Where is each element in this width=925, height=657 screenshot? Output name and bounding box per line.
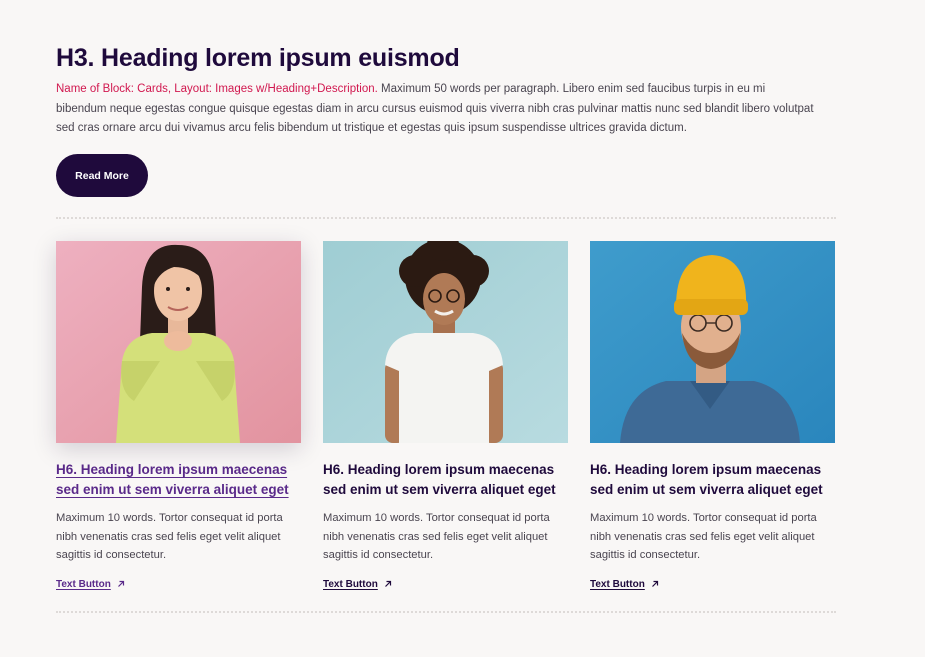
section-heading: H3. Heading lorem ipsum euismod <box>56 44 460 72</box>
text-button[interactable]: Text Button <box>56 579 125 590</box>
card-title[interactable]: H6. Heading lorem ipsum maecenas sed eni… <box>56 460 301 500</box>
card-title-link[interactable]: H6. Heading lorem ipsum maecenas sed eni… <box>590 462 823 497</box>
divider-bottom <box>56 611 836 613</box>
photo-man-yellow-beanie <box>590 241 835 443</box>
page: H3. Heading lorem ipsum euismod Name of … <box>0 0 925 657</box>
cards-section-header: H3. Heading lorem ipsum euismod Name of … <box>56 40 836 197</box>
section-intro: Name of Block: Cards, Layout: Images w/H… <box>56 80 816 139</box>
block-name-label: Name of Block: Cards, Layout: Images w/H… <box>56 83 378 95</box>
read-more-button[interactable]: Read More <box>56 154 148 197</box>
card-3: H6. Heading lorem ipsum maecenas sed eni… <box>590 241 835 592</box>
card-2: H6. Heading lorem ipsum maecenas sed eni… <box>323 241 568 592</box>
card-image-woman-green-sweater[interactable] <box>56 241 301 443</box>
card-title-link[interactable]: H6. Heading lorem ipsum maecenas sed eni… <box>323 462 556 497</box>
text-button-label: Text Button <box>590 578 645 590</box>
card-image-man-yellow-beanie[interactable] <box>590 241 835 443</box>
card-title-link[interactable]: H6. Heading lorem ipsum maecenas sed eni… <box>56 462 289 497</box>
card-title[interactable]: H6. Heading lorem ipsum maecenas sed eni… <box>590 460 835 500</box>
photo-woman-green-sweater <box>56 241 301 443</box>
card-description: Maximum 10 words. Tortor consequat id po… <box>323 512 550 562</box>
card-description: Maximum 10 words. Tortor consequat id po… <box>590 512 817 562</box>
divider-top <box>56 217 836 219</box>
card-description: Maximum 10 words. Tortor consequat id po… <box>56 512 283 562</box>
arrow-up-right-icon <box>384 581 391 588</box>
card-title[interactable]: H6. Heading lorem ipsum maecenas sed eni… <box>323 460 568 500</box>
text-button-label: Text Button <box>56 578 111 590</box>
photo-woman-white-tshirt <box>323 241 568 443</box>
text-button-label: Text Button <box>323 578 378 590</box>
card-1: H6. Heading lorem ipsum maecenas sed eni… <box>56 241 301 592</box>
card-image-woman-white-tshirt[interactable] <box>323 241 568 443</box>
text-button[interactable]: Text Button <box>323 579 392 590</box>
text-button[interactable]: Text Button <box>590 579 659 590</box>
arrow-up-right-icon <box>117 581 124 588</box>
arrow-up-right-icon <box>651 581 658 588</box>
